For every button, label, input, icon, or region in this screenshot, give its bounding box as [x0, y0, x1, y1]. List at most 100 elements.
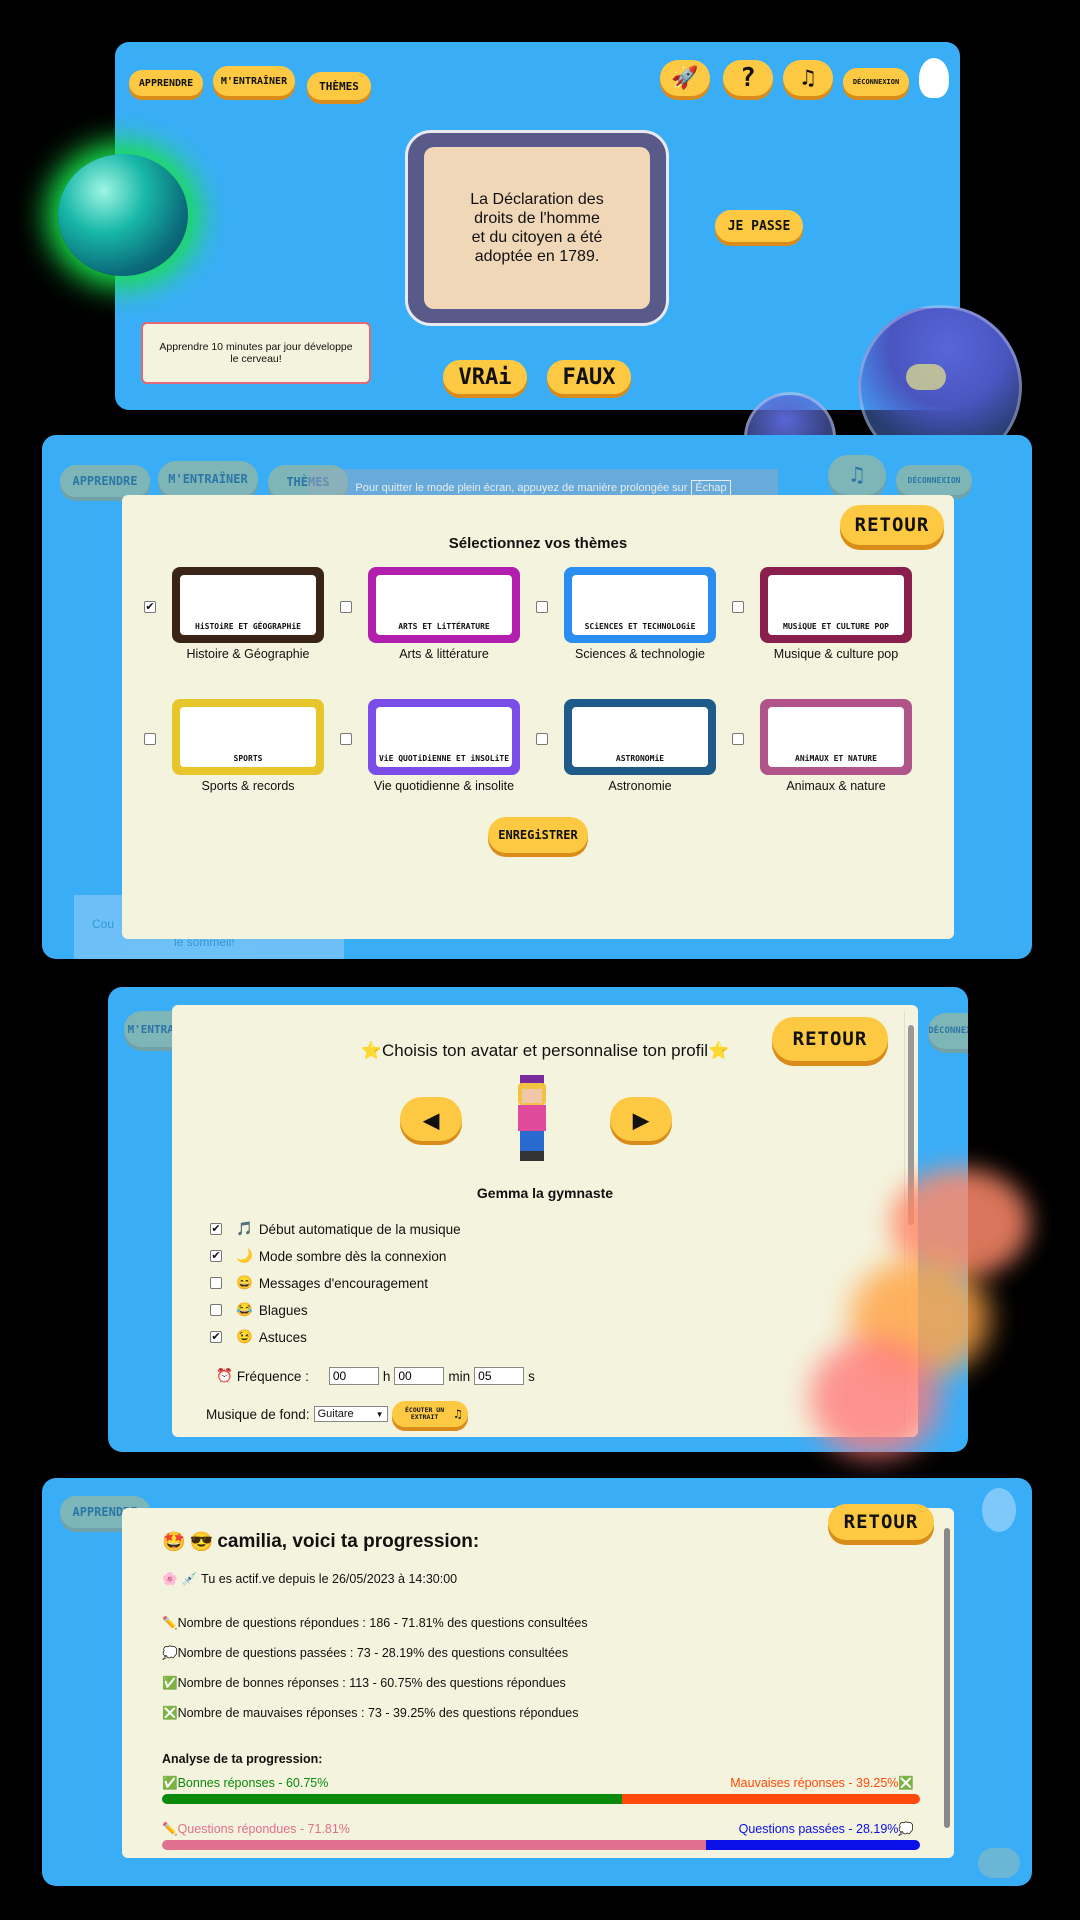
- theme-card-image: HiSTOiRE ET GÉOGRAPHiE: [180, 575, 316, 635]
- theme-card-image: MUSiQUE ET CULTURE POP: [768, 575, 904, 635]
- theme-card-image: ViE QUOTiDiENNE ET iNSOLiTE: [376, 707, 512, 767]
- nav-apprendre-button[interactable]: APPRENDRE: [129, 70, 203, 96]
- arrow-right-icon: ▶: [632, 1102, 650, 1136]
- rocket-button[interactable]: 🚀: [660, 60, 710, 96]
- theme-card-image: ANiMAUX ET NATURE: [768, 707, 904, 767]
- skip-button[interactable]: JE PASSE: [715, 210, 803, 242]
- tip-box: Apprendre 10 minutes par jour développe …: [141, 322, 371, 384]
- answered-bar-fill: [162, 1840, 707, 1850]
- check-icon: ✅: [162, 1776, 178, 1790]
- theme-checkbox[interactable]: ✔: [144, 601, 156, 613]
- cross-icon: ❎: [898, 1776, 914, 1790]
- active-since: 🌸 💉 Tu es actif.ve depuis le 26/05/2023 à …: [162, 1572, 457, 1587]
- save-button[interactable]: ENREGiSTRER: [488, 817, 588, 853]
- bg-entrainer: M'ENTRAÎNER: [158, 461, 258, 497]
- theme-label: Sciences & technologie: [575, 647, 705, 661]
- profile-title-text: Choisis ton avatar et personnalise ton p…: [381, 1041, 708, 1060]
- good-label-text: Bonnes réponses - 60.75%: [177, 1776, 329, 1790]
- cat-avatar-icon[interactable]: [919, 58, 949, 98]
- theme-card[interactable]: ARTS ET LiTTÉRATURE: [368, 567, 520, 643]
- help-button[interactable]: ?: [723, 60, 773, 96]
- theme-card[interactable]: SCiENCES ET TECHNOLOGiE: [564, 567, 716, 643]
- rocket-icon: 🚀: [671, 65, 699, 91]
- frequency-hours-input[interactable]: [328, 1367, 379, 1385]
- option-checkbox[interactable]: ✔: [210, 1331, 222, 1343]
- stat-icon: ✅: [162, 1676, 178, 1690]
- minutes-unit: min: [448, 1368, 471, 1384]
- scrollbar-thumb-2[interactable]: [944, 1528, 950, 1828]
- option-checkbox[interactable]: [210, 1277, 222, 1289]
- theme-checkbox[interactable]: [732, 601, 744, 613]
- nav-themes-button[interactable]: THÈMES: [307, 72, 371, 100]
- next-avatar-button[interactable]: ▶: [610, 1097, 672, 1141]
- option-checkbox[interactable]: [210, 1304, 222, 1316]
- theme-card[interactable]: HiSTOiRE ET GÉOGRAPHiE: [172, 567, 324, 643]
- theme-card[interactable]: ANiMAUX ET NATURE: [760, 699, 912, 775]
- theme-label: Vie quotidienne & insolite: [373, 779, 515, 793]
- logout-button[interactable]: DÉCONNEXION: [843, 68, 909, 96]
- true-button[interactable]: VRAi: [443, 360, 527, 394]
- fullscreen-notice-text: Pour quitter le mode plein écran, appuye…: [355, 482, 688, 494]
- option-label: Début automatique de la musique: [258, 1221, 461, 1237]
- music-select[interactable]: Guitare ▼: [313, 1406, 388, 1422]
- theme-checkbox[interactable]: [340, 733, 352, 745]
- theme-label: Arts & littérature: [399, 647, 489, 661]
- answered-label: ✏️Questions répondues - 71.81%: [162, 1822, 350, 1837]
- good-bar-fill: [162, 1794, 623, 1804]
- moon-button[interactable]: [906, 364, 946, 390]
- option-row: ✔ 🌙 Mode sombre dès la connexion: [210, 1248, 446, 1264]
- theme-checkbox[interactable]: [732, 733, 744, 745]
- music-note-icon-2: ♫: [454, 1406, 462, 1421]
- option-icon: 🎵: [236, 1221, 253, 1236]
- flower-icon: 🌸: [162, 1572, 178, 1586]
- music-button[interactable]: ♫: [783, 60, 833, 96]
- option-icon: 😂: [236, 1302, 253, 1317]
- retour-button-3[interactable]: RETOUR: [828, 1504, 934, 1540]
- frequency-minutes-input[interactable]: [394, 1367, 445, 1385]
- music-select-value: Guitare: [317, 1408, 354, 1420]
- theme-card[interactable]: MUSiQUE ET CULTURE POP: [760, 567, 912, 643]
- stat-text: Nombre de questions répondues : 186 - 71…: [177, 1616, 588, 1630]
- theme-card[interactable]: ViE QUOTiDiENNE ET iNSOLiTE: [368, 699, 520, 775]
- theme-card[interactable]: ASTRONOMiE: [564, 699, 716, 775]
- theme-label: Histoire & Géographie: [186, 647, 310, 661]
- profile-dialog: RETOUR ⭐Choisis ton avatar et personnali…: [172, 1005, 918, 1437]
- stat-text: Nombre de questions passées : 73 - 28.19…: [177, 1646, 569, 1660]
- profile-title: ⭐Choisis ton avatar et personnalise ton …: [172, 1041, 918, 1061]
- question-card: La Déclaration des droits de l'homme et …: [405, 130, 669, 326]
- option-label: Messages d'encouragement: [258, 1275, 428, 1291]
- green-orb: [58, 154, 188, 276]
- orange-blobs: [810, 1168, 1060, 1468]
- prev-avatar-button[interactable]: ◀: [400, 1097, 462, 1141]
- theme-checkbox[interactable]: [536, 601, 548, 613]
- listen-button[interactable]: ÉCOUTER UN EXTRAIT ♫: [391, 1401, 468, 1427]
- false-button[interactable]: FAUX: [547, 360, 631, 394]
- theme-checkbox[interactable]: [536, 733, 548, 745]
- star-icon: ⭐: [360, 1041, 382, 1060]
- scrollbar-2[interactable]: [942, 1514, 952, 1854]
- option-checkbox[interactable]: ✔: [210, 1250, 222, 1262]
- theme-checkbox[interactable]: [144, 733, 156, 745]
- option-row: 😂 Blagues: [210, 1302, 308, 1318]
- progress-title: 🤩 😎 camilia, voici ta progression:: [162, 1530, 479, 1554]
- bg-logout: DÉCONNEXION: [896, 465, 972, 495]
- stat-row: ✅Nombre de bonnes réponses : 113 - 60.75…: [162, 1676, 566, 1691]
- option-checkbox[interactable]: ✔: [210, 1223, 222, 1235]
- alarm-icon: ⏰: [216, 1368, 233, 1383]
- star-eyes-icon: 🤩: [162, 1532, 186, 1553]
- theme-card-image: SCiENCES ET TECHNOLOGiE: [572, 575, 708, 635]
- nav-entrainer-button[interactable]: M'ENTRAÎNER: [213, 66, 295, 96]
- question-text: La Déclaration des droits de l'homme et …: [424, 147, 650, 309]
- theme-checkbox[interactable]: [340, 601, 352, 613]
- theme-card[interactable]: SPORTS: [172, 699, 324, 775]
- avatar-name: Gemma la gymnaste: [476, 1185, 614, 1201]
- frequency-seconds-input[interactable]: [474, 1367, 525, 1385]
- frequency-row: ⏰ Fréquence : h min s: [216, 1367, 535, 1385]
- themes-title: Sélectionnez vos thèmes: [448, 535, 628, 552]
- arrow-left-icon: ◀: [422, 1102, 440, 1136]
- questions-bar: [162, 1840, 920, 1850]
- question-icon: ?: [740, 63, 756, 93]
- option-row: ✔ 🎵 Début automatique de la musique: [210, 1221, 461, 1237]
- progress-screen: APPRENDRE RETOUR 🤩 😎 camilia, voici ta pro…: [42, 1478, 1032, 1886]
- option-row: ✔ 😉 Astuces: [210, 1329, 307, 1345]
